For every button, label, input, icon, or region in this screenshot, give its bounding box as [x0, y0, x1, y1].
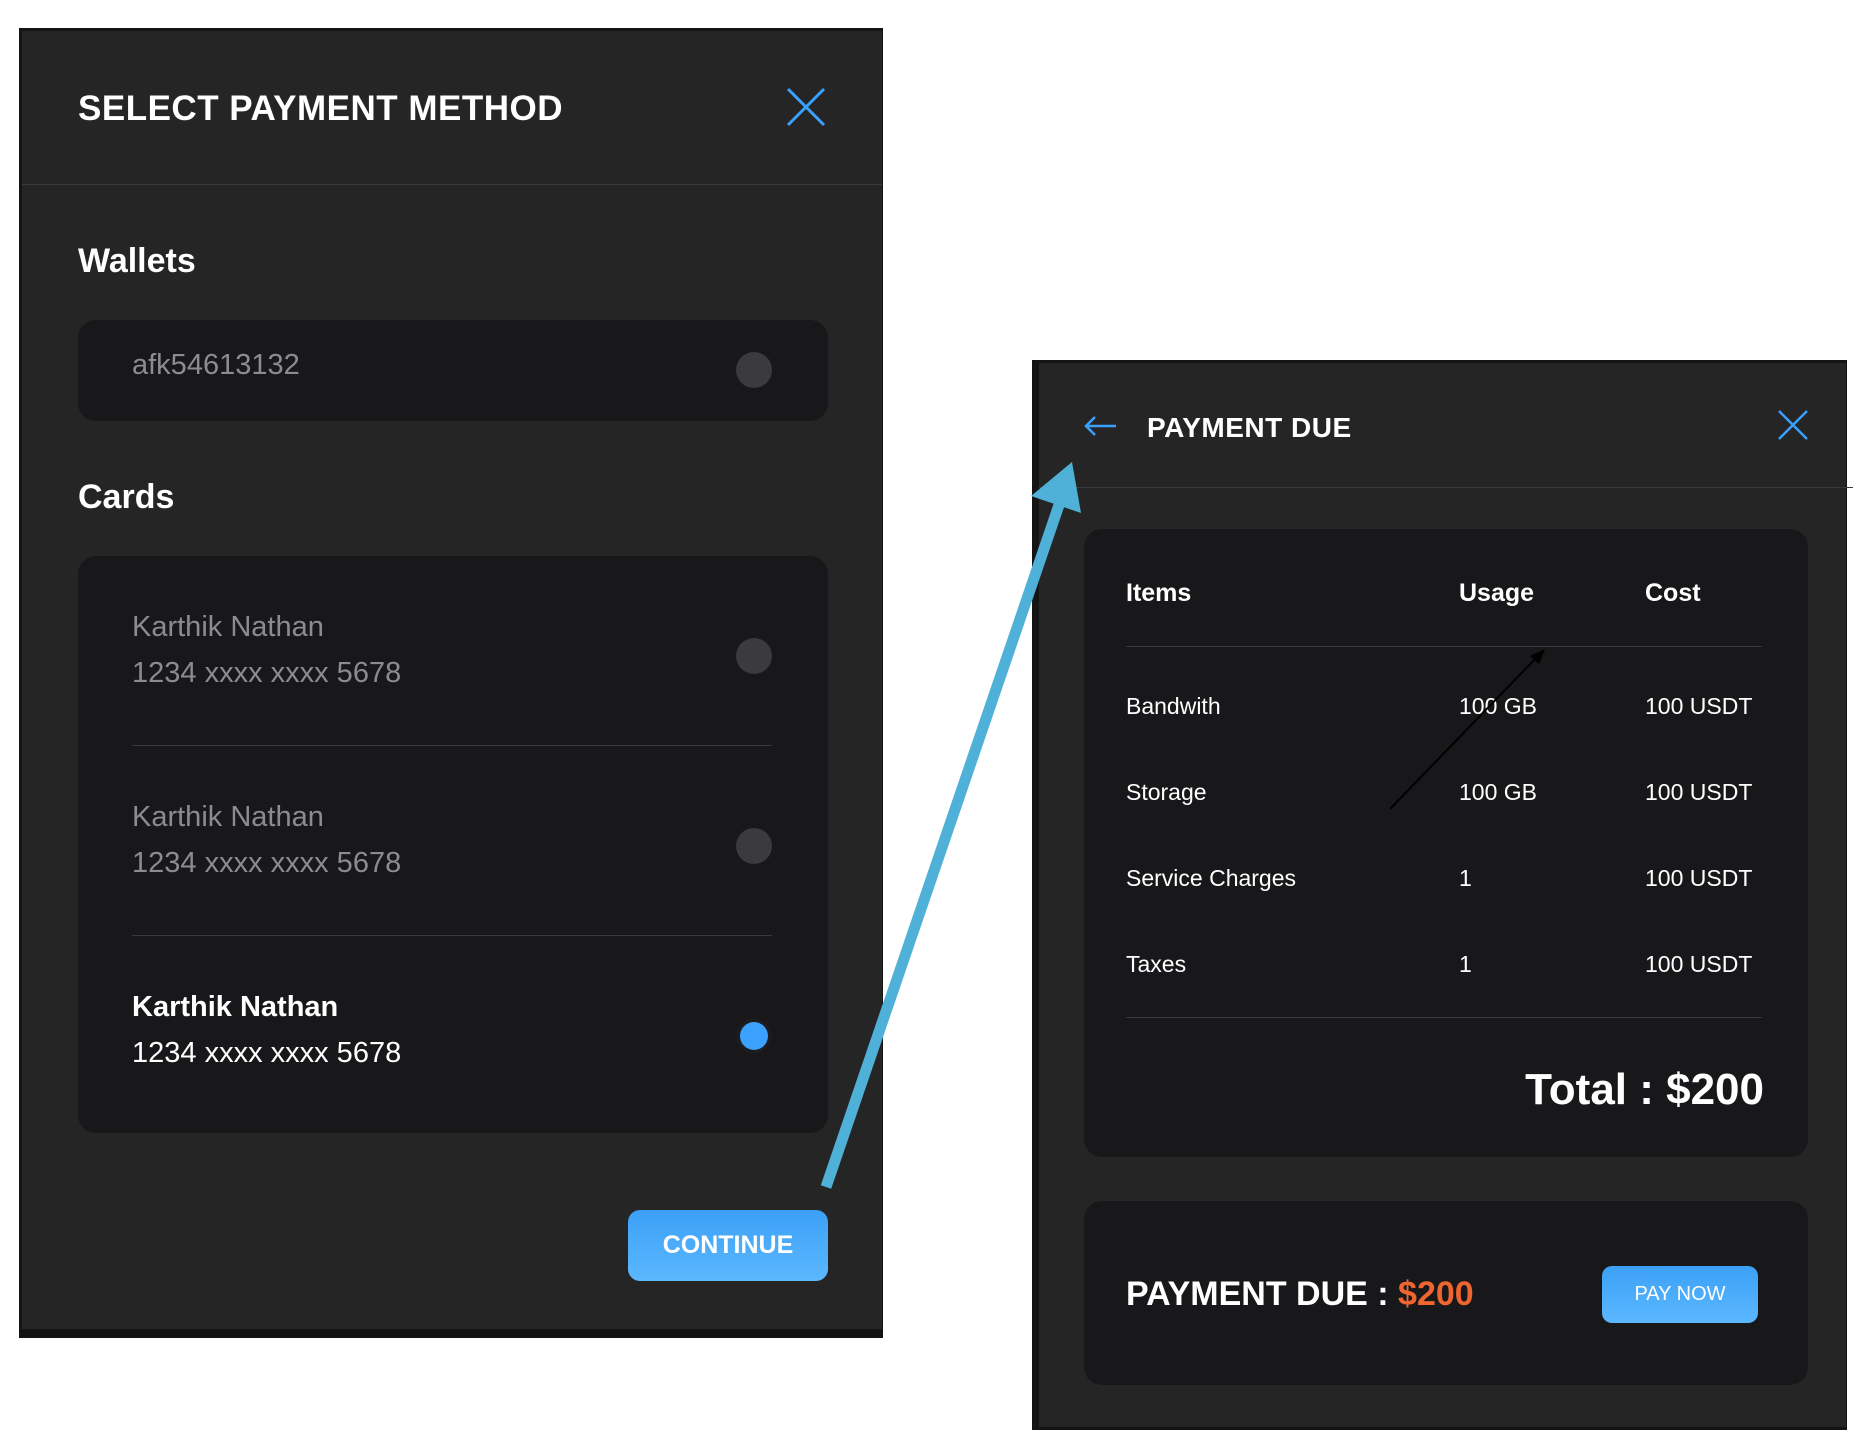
annotation-overlay	[820, 462, 1545, 1189]
flow-arrow-line	[820, 500, 1066, 1189]
pointer-arrow-line	[1389, 657, 1537, 810]
